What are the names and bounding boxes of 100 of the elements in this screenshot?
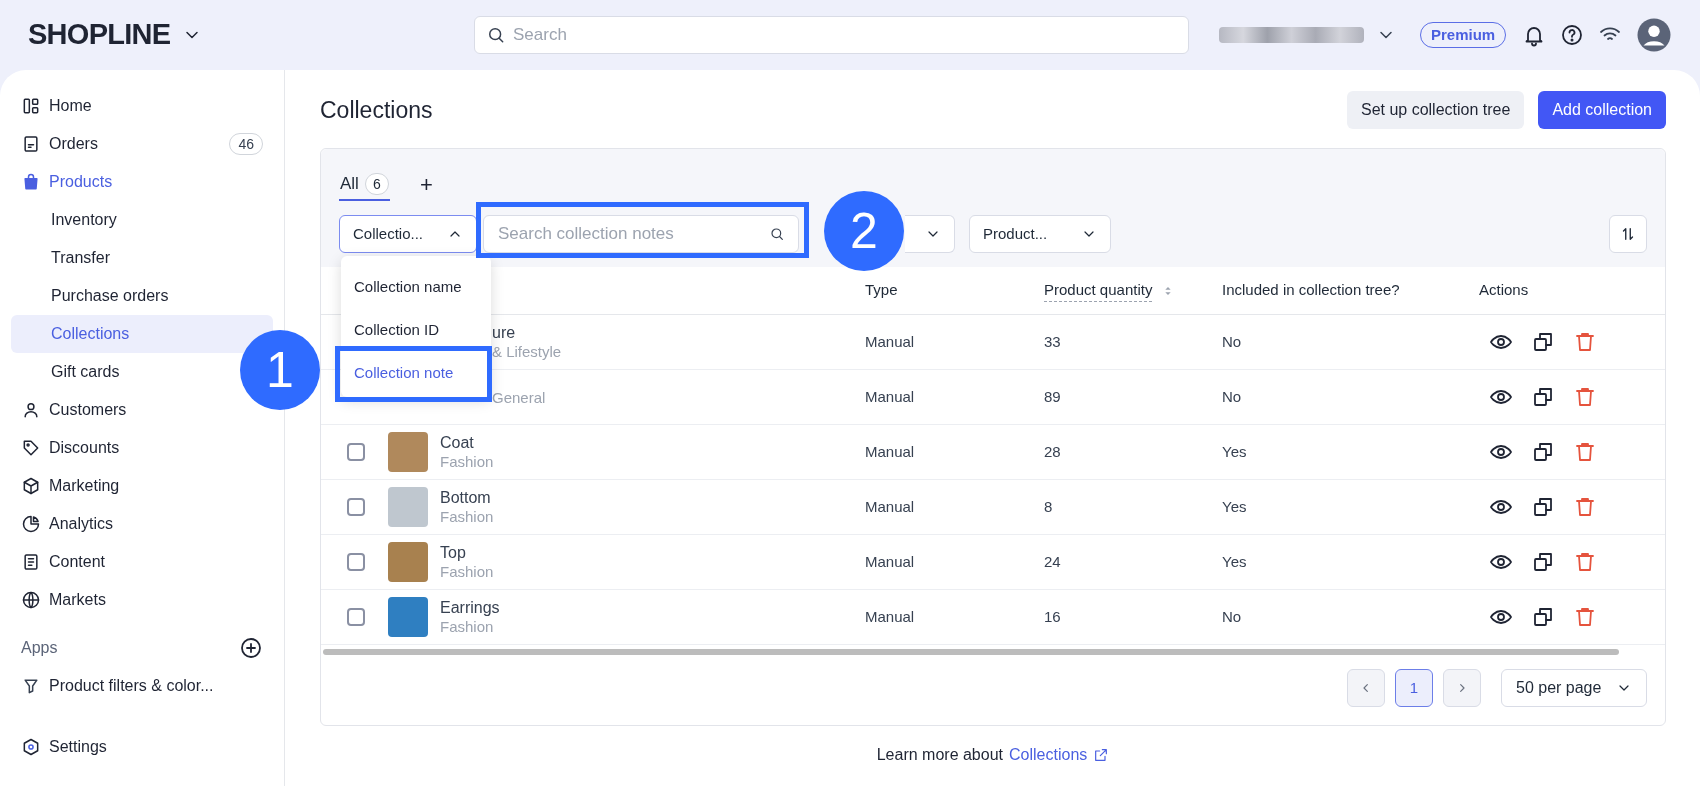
collection-name: Top xyxy=(440,543,467,562)
menu-item[interactable]: Collection note xyxy=(341,352,491,395)
trash-icon[interactable] xyxy=(1573,605,1597,629)
checkbox[interactable] xyxy=(347,553,365,571)
sidebar-item[interactable]: Analytics xyxy=(11,505,122,543)
copy-icon[interactable] xyxy=(1531,605,1555,629)
sidebar-item[interactable]: Product filters & color... xyxy=(11,667,273,705)
table-cell: Yes xyxy=(1222,497,1247,515)
table-cell: Manual xyxy=(865,442,915,460)
external-link-icon xyxy=(1093,747,1110,763)
table-cell: Yes xyxy=(1222,442,1247,460)
sidebar-item[interactable]: Collections xyxy=(11,315,273,353)
sidebar-item[interactable]: Discounts xyxy=(11,429,128,467)
table-cell: 33 xyxy=(1044,332,1061,350)
globe-icon xyxy=(21,590,41,610)
trash-icon[interactable] xyxy=(1573,550,1597,574)
collection-name: Coat xyxy=(440,433,475,452)
help-icon[interactable] xyxy=(1560,23,1584,47)
sidebar-item[interactable]: Products xyxy=(11,163,121,201)
search-icon xyxy=(769,226,785,242)
copy-icon[interactable] xyxy=(1531,440,1555,464)
collection-name: ure xyxy=(492,323,517,342)
home-icon xyxy=(21,96,41,116)
hexagon-icon xyxy=(21,737,41,757)
collections-link[interactable]: Collections xyxy=(1009,743,1110,767)
column-header: Product quantity xyxy=(1044,278,1153,303)
table-cell: Manual xyxy=(865,497,915,515)
collection-category: Fashion xyxy=(440,617,495,636)
collection-name: Bottom xyxy=(440,488,492,507)
table-cell: 16 xyxy=(1044,607,1061,625)
collection-category: Fashion xyxy=(440,452,494,471)
table-cell: 24 xyxy=(1044,552,1061,570)
sidebar-item[interactable]: Gift cards xyxy=(11,353,128,391)
sidebar-item[interactable]: Customers xyxy=(11,391,135,429)
table-cell: No xyxy=(1222,387,1242,405)
table-cell: Manual xyxy=(865,332,915,350)
count-badge: 6 xyxy=(364,173,389,195)
collection-name: Earrings xyxy=(440,598,500,617)
add-icon[interactable] xyxy=(239,636,263,660)
table-cell: Manual xyxy=(865,387,915,405)
copy-icon[interactable] xyxy=(1531,550,1555,574)
add-tab-button[interactable]: + xyxy=(419,174,433,196)
photo-placeholder xyxy=(388,597,428,637)
tag-icon xyxy=(21,438,41,458)
column-header: Included in collection tree? xyxy=(1222,280,1400,301)
page-button[interactable]: 1 xyxy=(1395,669,1433,707)
copy-icon[interactable] xyxy=(1531,330,1555,354)
sidebar-item[interactable]: Purchase orders xyxy=(11,277,177,315)
trash-icon[interactable] xyxy=(1573,385,1597,409)
sidebar-item[interactable]: Transfer xyxy=(11,239,118,277)
checkbox[interactable] xyxy=(347,443,365,461)
table-cell: Manual xyxy=(865,552,915,570)
sidebar-item[interactable]: Content xyxy=(11,543,114,581)
sidebar-item[interactable]: Settings xyxy=(11,728,273,766)
menu-item[interactable]: Collection name xyxy=(341,266,491,309)
step-marker: 1 xyxy=(240,330,320,410)
orders-icon xyxy=(21,134,41,154)
table-cell: 89 xyxy=(1044,387,1061,405)
sidebar-item[interactable]: Marketing xyxy=(11,467,128,505)
copy-icon[interactable] xyxy=(1531,495,1555,519)
trash-icon[interactable] xyxy=(1573,330,1597,354)
search-icon xyxy=(486,25,506,45)
cube-icon xyxy=(21,476,41,496)
section-heading: Apps xyxy=(21,638,58,658)
sort-icon[interactable] xyxy=(1609,215,1647,253)
brand-logo: SHOPLINE xyxy=(28,17,171,53)
avatar-icon[interactable] xyxy=(1636,17,1672,53)
filter-dropdown[interactable]: Product... xyxy=(969,215,1111,253)
table-cell: 28 xyxy=(1044,442,1061,460)
document-icon xyxy=(21,552,41,572)
column-header: Actions xyxy=(1479,280,1529,301)
table-cell: Manual xyxy=(865,607,915,625)
table-cell: Yes xyxy=(1222,552,1247,570)
setup-button[interactable]: Set up collection tree xyxy=(1346,91,1525,129)
collection-category: General xyxy=(492,387,546,407)
copy-icon[interactable] xyxy=(1531,385,1555,409)
search-field[interactable]: Search xyxy=(474,16,1189,54)
checkbox[interactable] xyxy=(347,608,365,626)
checkbox[interactable] xyxy=(347,498,365,516)
trash-icon[interactable] xyxy=(1573,440,1597,464)
page-title: Collections xyxy=(320,95,433,125)
tab[interactable]: All 6 xyxy=(339,169,390,201)
search-field[interactable]: Search collection notes xyxy=(483,215,799,253)
sidebar-item[interactable]: Home xyxy=(11,87,100,125)
per-page-select[interactable]: 50 per page xyxy=(1501,669,1647,707)
menu-item[interactable]: Collection ID xyxy=(341,309,491,352)
scrollbar[interactable] xyxy=(323,649,1619,655)
footer-text: Learn more about xyxy=(876,745,1003,765)
add-button[interactable]: Add collection xyxy=(1538,91,1666,129)
sidebar-item[interactable]: Orders 46 xyxy=(11,125,273,163)
person-icon xyxy=(21,400,41,420)
sidebar-item[interactable]: Markets xyxy=(11,581,114,619)
photo-placeholder xyxy=(388,487,428,527)
trash-icon[interactable] xyxy=(1573,495,1597,519)
column-header: Type xyxy=(865,280,898,301)
table-cell: No xyxy=(1222,332,1242,350)
table-cell: No xyxy=(1222,607,1242,625)
field-select[interactable]: Collectio... xyxy=(339,215,477,253)
collection-category: & Lifestyle xyxy=(492,342,562,361)
sidebar-item[interactable]: Inventory xyxy=(11,201,125,239)
